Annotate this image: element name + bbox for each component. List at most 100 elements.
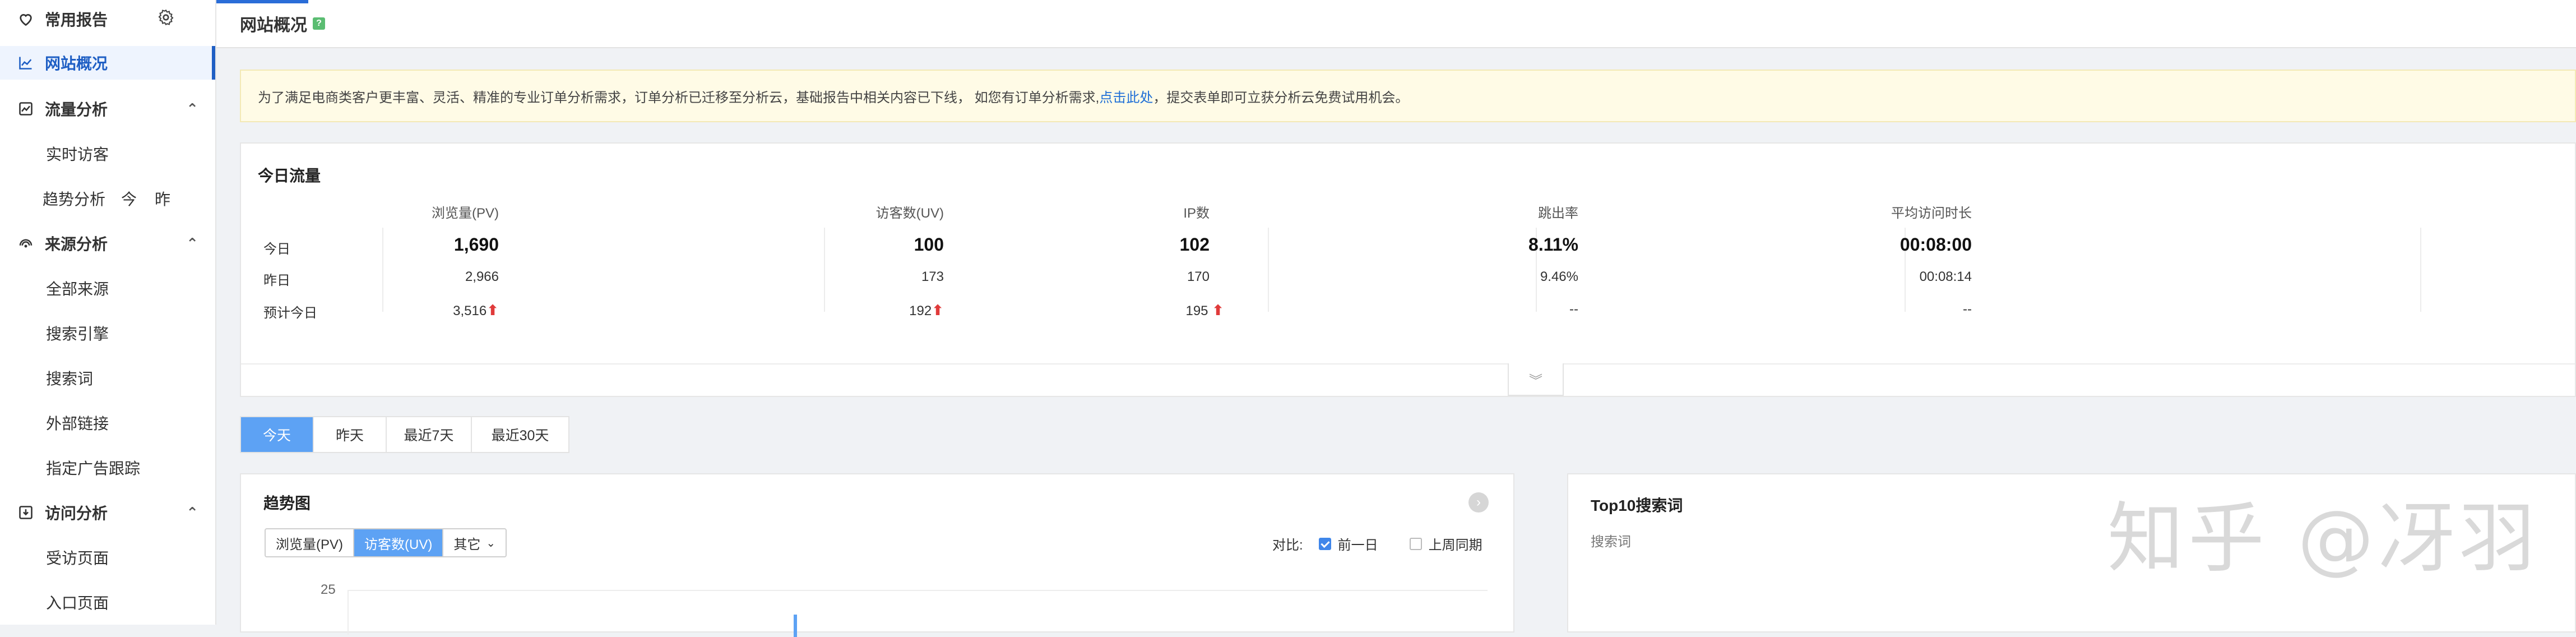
sidebar-item-visited-pages[interactable]: 受访页面 xyxy=(0,545,215,570)
card-title: 今日流量 xyxy=(258,167,321,184)
download-box-icon xyxy=(17,504,35,521)
compare-last-week-label[interactable]: 上周同期 xyxy=(1429,534,1482,553)
sidebar-group-source[interactable]: 来源分析 ⌃ xyxy=(0,231,215,256)
page-header: 网站概况 ? xyxy=(216,0,2576,48)
forecast-pv-value: 3,516⬆ xyxy=(453,302,499,319)
row-label-yesterday: 昨日 xyxy=(263,273,290,288)
gear-icon[interactable] xyxy=(157,8,175,30)
sidebar-item-ad-tracking[interactable]: 指定广告跟踪 xyxy=(0,455,215,480)
forecast-pv-number: 3,516 xyxy=(453,303,487,318)
sidebar-group-visit[interactable]: 访问分析 ⌃ xyxy=(0,500,215,525)
yesterday-pv-value: 2,966 xyxy=(465,269,499,284)
col-header-uv: 访客数(UV) xyxy=(875,206,944,221)
sidebar-item-entry-pages[interactable]: 入口页面 xyxy=(0,590,215,615)
sidebar-favorites-label: 常用报告 xyxy=(45,11,108,29)
notice-link[interactable]: 点击此处 xyxy=(1099,90,1153,105)
heart-icon xyxy=(17,10,35,28)
chevron-double-down-icon: ︾ xyxy=(1529,373,1542,389)
compare-last-week-checkbox[interactable] xyxy=(1409,537,1422,550)
tab-last-7-days[interactable]: 最近7天 xyxy=(387,417,472,452)
chevron-down-icon: ⌄ xyxy=(486,537,496,550)
sidebar-item-realtime[interactable]: 实时访客 xyxy=(0,141,215,166)
tab-last-30-days[interactable]: 最近30天 xyxy=(472,417,568,452)
forecast-ip-number: 195 xyxy=(1185,303,1208,318)
arrow-up-icon: ⬆ xyxy=(487,302,499,318)
sidebar-item-search-terms[interactable]: 搜索词 xyxy=(0,366,215,390)
tab-yesterday[interactable]: 昨天 xyxy=(314,417,387,452)
sidebar-group-label: 来源分析 xyxy=(45,236,108,253)
sidebar-item-search-engine[interactable]: 搜索引擎 xyxy=(0,321,215,345)
card-title: 趋势图 xyxy=(263,495,311,512)
sidebar-group-traffic[interactable]: 流量分析 ⌃ xyxy=(0,96,215,121)
sidebar-favorites[interactable]: 常用报告 xyxy=(0,8,215,30)
sidebar-group-label: 流量分析 xyxy=(45,101,108,118)
page-title: 网站概况 xyxy=(240,16,307,35)
metric-other-label: 其它 xyxy=(453,537,481,552)
forecast-bounce-value: -- xyxy=(1569,302,1578,317)
col-header-ip: IP数 xyxy=(1183,206,1210,221)
chevron-up-icon: ⌃ xyxy=(186,504,198,521)
watermark-text: 知乎 @冴羽 xyxy=(2107,495,2540,583)
tab-today[interactable]: 今天 xyxy=(241,417,314,452)
notice-text: 为了满足电商类客户更丰富、灵活、精准的专业订单分析需求，订单分析已迁移至分析云，… xyxy=(258,86,1409,106)
notice-banner: 为了满足电商类客户更丰富、灵活、精准的专业订单分析需求，订单分析已迁移至分析云，… xyxy=(240,70,2576,122)
chevron-up-icon: ⌃ xyxy=(186,100,198,117)
metric-pv-button[interactable]: 浏览量(PV) xyxy=(266,529,354,556)
col-header-duration: 平均访问时长 xyxy=(1891,206,1972,221)
column-divider xyxy=(382,228,383,312)
column-header-search-term: 搜索词 xyxy=(1591,534,1631,550)
sidebar-item-label: 搜索词 xyxy=(46,370,94,387)
sidebar-item-label: 网站概况 xyxy=(45,55,108,72)
notice-text-after: ，提交表单即可立获分析云免费试用机会。 xyxy=(1153,90,1409,105)
metric-other-dropdown[interactable]: 其它 ⌄ xyxy=(443,529,506,556)
column-divider xyxy=(1268,228,1269,312)
expand-bar: ︾ xyxy=(241,363,2575,396)
column-divider xyxy=(2420,228,2421,312)
sidebar-item-all-sources[interactable]: 全部来源 xyxy=(0,276,215,301)
sidebar-item-site-overview[interactable]: 网站概况 xyxy=(0,46,215,80)
card-title: Top10搜索词 xyxy=(1591,497,1683,514)
forecast-duration-value: -- xyxy=(1963,302,1972,317)
yesterday-duration-value: 00:08:14 xyxy=(1919,269,1972,284)
y-axis-tick: 25 xyxy=(321,582,336,597)
area-chart-icon xyxy=(17,100,35,118)
line-chart-icon xyxy=(17,54,35,72)
trend-today-link[interactable]: 今 xyxy=(121,191,137,208)
sidebar-item-label: 入口页面 xyxy=(46,594,109,612)
col-header-pv: 浏览量(PV) xyxy=(432,206,499,221)
notice-text-before: 为了满足电商类客户更丰富、灵活、精准的专业订单分析需求，订单分析已迁移至分析云，… xyxy=(258,90,1100,105)
sidebar-item-label: 实时访客 xyxy=(46,146,109,163)
yesterday-bounce-value: 9.46% xyxy=(1540,269,1578,284)
trend-chart-card: 趋势图 › 浏览量(PV) 访客数(UV) 其它 ⌄ 对比: 前一日 上周同期 2… xyxy=(240,473,1514,637)
today-uv-value: 100 xyxy=(914,234,944,255)
sidebar-item-label: 趋势分析 xyxy=(43,191,106,208)
compare-prev-day-checkbox[interactable] xyxy=(1318,537,1331,550)
sidebar-item-external-links[interactable]: 外部链接 xyxy=(0,410,215,435)
sidebar-item-trend[interactable]: 趋势分析 今 昨 xyxy=(0,186,215,211)
trend-yesterday-link[interactable]: 昨 xyxy=(155,191,170,208)
yesterday-uv-value: 173 xyxy=(921,269,944,284)
yesterday-ip-value: 170 xyxy=(1187,269,1210,284)
compare-label: 对比: xyxy=(1272,538,1303,553)
chart-line-segment xyxy=(794,615,797,637)
help-badge[interactable]: ? xyxy=(313,17,325,30)
today-pv-value: 1,690 xyxy=(453,234,499,255)
sidebar-group-label: 访问分析 xyxy=(45,505,108,522)
column-divider xyxy=(824,228,825,312)
today-duration-value: 00:08:00 xyxy=(1899,234,1972,255)
sidebar-item-label: 搜索引擎 xyxy=(46,325,109,343)
today-ip-value: 102 xyxy=(1179,234,1210,255)
col-header-bounce: 跳出率 xyxy=(1538,206,1578,221)
active-tab-indicator xyxy=(216,0,308,3)
expand-button[interactable]: ︾ xyxy=(1508,363,1564,396)
compare-prev-day-label[interactable]: 前一日 xyxy=(1338,534,1378,553)
forecast-uv-number: 192 xyxy=(909,303,932,318)
forecast-uv-value: 192⬆ xyxy=(909,302,944,319)
arrow-up-icon: ⬆ xyxy=(932,302,944,318)
sidebar: 常用报告 网站概况 流量分析 ⌃ 实时访客 趋势分析 今 昨 来源分析 ⌃ 全部来… xyxy=(0,0,216,625)
chevron-up-icon: ⌃ xyxy=(186,234,198,252)
compare-controls: 对比: 前一日 上周同期 xyxy=(1272,534,1482,553)
metric-uv-button[interactable]: 访客数(UV) xyxy=(354,529,444,556)
sidebar-item-label: 指定广告跟踪 xyxy=(46,460,141,477)
chevron-right-icon[interactable]: › xyxy=(1468,492,1489,513)
